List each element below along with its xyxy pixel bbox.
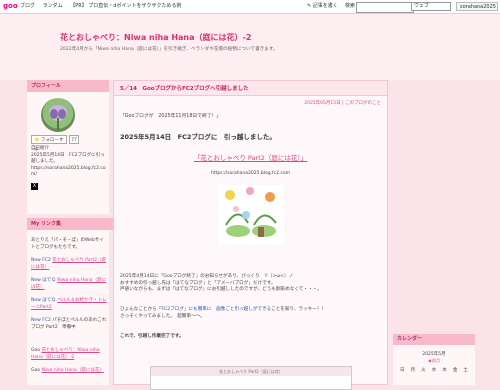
link-item[interactable]: New はてな Niwa niha Hana（庭には花） bbox=[31, 278, 107, 291]
calendar-prev-link[interactable]: ◀ 前月 bbox=[393, 358, 475, 364]
link-item: あとりえ「パ・そ・ぼ」のWebサイトとブログもたちです。 bbox=[31, 238, 104, 250]
blog-description: 2022年4月から「Niwa niha Hana（庭には花）」を引き継ぎ、ベラン… bbox=[60, 47, 278, 52]
profile-avatar bbox=[41, 98, 75, 132]
write-post-link[interactable]: ✎ 記事を書く bbox=[307, 0, 338, 13]
profile-intro: 自己紹介 2025年5月14日 FC2ブログに引っ越しました。 https://… bbox=[31, 146, 106, 179]
calendar-weekdays: 日 月 火 水 木 金 土 bbox=[400, 368, 468, 373]
profile-heading: プロフィール bbox=[27, 80, 109, 92]
intro-url[interactable]: https://sorahana2025.blog.fc2.com/ bbox=[31, 166, 106, 179]
new-blog-url: https://sorahana2025.blog.fc2.com bbox=[210, 171, 291, 176]
link-goo-niwa2[interactable]: 花とおしゃべり：Niwa niha Hana（庭には花）-2 bbox=[31, 348, 100, 360]
link-item[interactable]: Goo Niwa niha Hana（庭には花） bbox=[31, 368, 107, 375]
link-item: New FC2 パそぼとペルルのあれこれブログ Part2 準備中 bbox=[31, 318, 107, 330]
search-label: 検索 bbox=[345, 3, 356, 9]
link-item[interactable]: New はてな ベルル＆お絵かき・トレーニPart2 bbox=[31, 298, 107, 311]
flower-illustration bbox=[218, 185, 284, 245]
user-menu[interactable]: sorahana2025 bbox=[456, 2, 498, 11]
post-date[interactable]: 2025年05月15日 | このブログのこと bbox=[304, 100, 381, 106]
search-input[interactable] bbox=[356, 2, 414, 13]
calendar-heading: カレンダー bbox=[393, 334, 475, 345]
link-item[interactable]: New FC2 花とおしゃべり Part2（庭には花） bbox=[31, 258, 107, 271]
post-paragraph: これで、引越し作業完了です。 bbox=[120, 334, 184, 339]
calendar-month: 2025年5月 bbox=[422, 352, 446, 357]
follow-button[interactable]: ⭐ フォローする bbox=[31, 135, 67, 152]
nav-blog[interactable]: ブログ bbox=[20, 3, 35, 9]
post-title[interactable]: 5／14 GooブログからFC2ブログへ引越しました bbox=[120, 84, 249, 92]
nav-pr-link[interactable]: 【PR】 プロ直伝・dポイントをザクザクためる術 bbox=[70, 3, 181, 9]
post-notice: 「Gooブログが 2025年11月18日で終了！」 bbox=[120, 114, 222, 119]
link-item[interactable]: Goo 花とおしゃべり：Niwa niha Hana（庭には花）-2 bbox=[31, 348, 107, 361]
post-title-bar: 5／14 GooブログからFC2ブログへ引越しました bbox=[114, 81, 387, 96]
top-toolbar: goo ブログ ランダム 【PR】 プロ直伝・dポイントをザクザクためる術 ✎ … bbox=[0, 0, 500, 14]
post-area: 5／14 GooブログからFC2ブログへ引越しました 2025年05月15日 |… bbox=[113, 80, 388, 390]
left-sidebar: プロフィール ⭐ フォローする 77 自己紹介 2025年5月14日 FC2ブロ… bbox=[27, 80, 113, 385]
intro-line: 2025年5月14日 FC2ブログに引っ越しました。 bbox=[31, 152, 105, 165]
top-nav: ブログ ランダム 【PR】 プロ直伝・dポイントをザクザクためる術 bbox=[20, 0, 187, 13]
links-heading: My リンク集 bbox=[27, 218, 113, 230]
post-paragraph: ひょんなことから「FC2ブログ」にも簡単に 画像ごと引っ越しができることを知り、… bbox=[120, 307, 327, 319]
post-paragraph: 2025年4月14日に「Gooブログ終了」のお知らせがあり、びっくり !!（>ω… bbox=[120, 274, 322, 293]
search-scope-select[interactable]: ウェブ bbox=[411, 2, 451, 11]
calendar-box: カレンダー 2025年5月 ◀ 前月 日 月 火 水 木 金 土 bbox=[393, 334, 475, 385]
follower-count: 77 bbox=[69, 135, 79, 144]
post-date-heading: 2025年5月14日 FC2ブログに 引っ越しました。 bbox=[120, 133, 276, 141]
embedded-blog-header: 花とおしゃべり Part2（庭には花） bbox=[151, 367, 351, 376]
nav-random[interactable]: ランダム bbox=[43, 3, 63, 9]
blog-title[interactable]: 花とおしゃべり：Niwa niha Hana（庭には花）-2 bbox=[60, 32, 251, 43]
embedded-blog-screenshot: 花とおしゃべり Part2（庭には花） bbox=[150, 366, 352, 390]
goo-logo[interactable]: goo bbox=[3, 2, 18, 11]
new-blog-link[interactable]: 「花とおしゃべり Part2（庭には花）」 bbox=[114, 152, 387, 162]
x-social-icon[interactable]: X bbox=[31, 183, 38, 190]
link-goo-niwa[interactable]: Niwa niha Hana（庭には花） bbox=[41, 368, 103, 373]
